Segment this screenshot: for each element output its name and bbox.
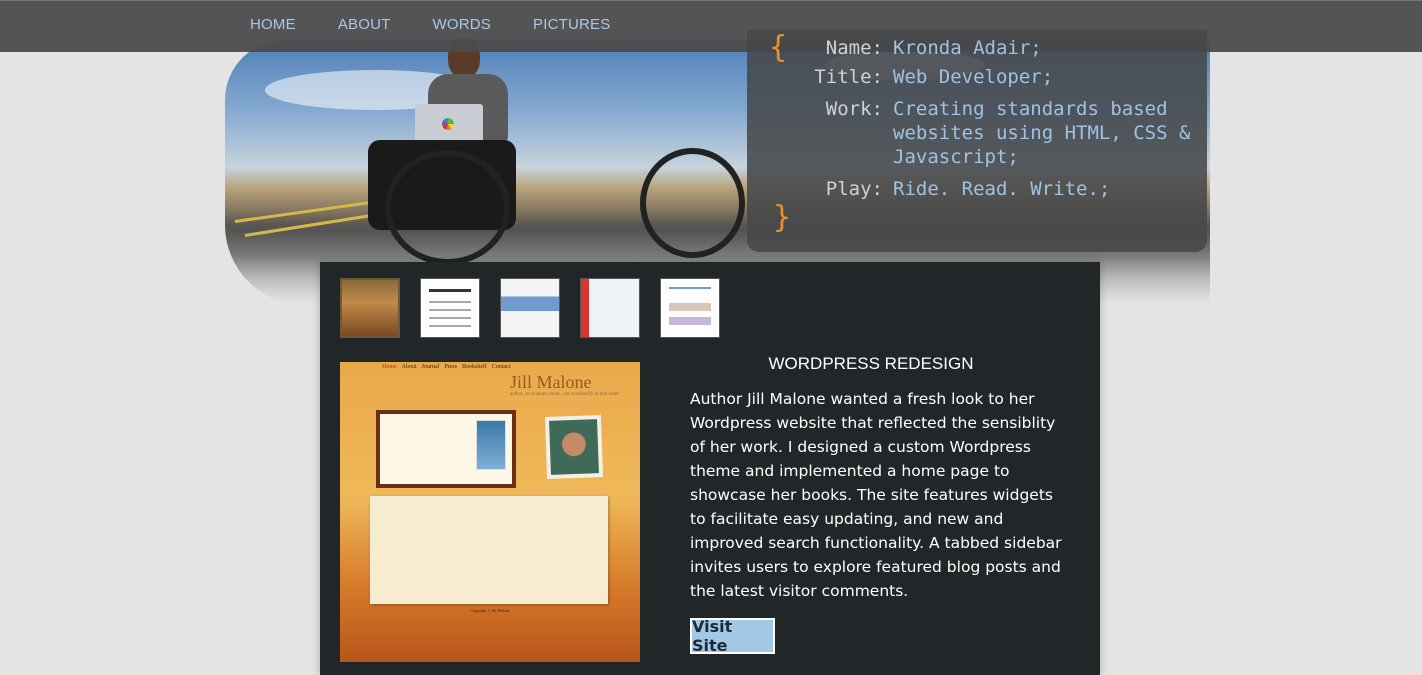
info-row-play: Play: Ride. Read. Write.; <box>747 177 1207 201</box>
thumb-line <box>669 303 711 311</box>
thumb-line <box>669 287 711 289</box>
screenshot-tagline: author, accountant, mom...not necessaril… <box>510 392 619 397</box>
info-key: Name: <box>825 37 883 59</box>
thumbnail-blog-site[interactable] <box>500 278 560 338</box>
thumb-line <box>429 301 471 303</box>
thumb-line <box>669 317 711 325</box>
apple-logo-icon <box>442 118 454 130</box>
thumbnail-colorful-site[interactable] <box>580 278 640 338</box>
screenshot-nav-item: Contact <box>491 364 511 370</box>
info-value: Ride. Read. Write.; <box>893 178 1111 200</box>
thumb-line <box>429 317 471 319</box>
nav-about-link[interactable]: ABOUT <box>338 16 391 33</box>
screenshot-nav: Home About Journal Press Bookshelf Conta… <box>382 364 510 370</box>
top-nav-bar: HOME ABOUT WORDS PICTURES <box>0 0 1422 52</box>
info-key: Work: <box>825 98 883 120</box>
info-row-name: Name: Kronda Adair; <box>747 36 1207 60</box>
project-title: WORDPRESS REDESIGN <box>768 354 974 373</box>
screenshot-author-photo <box>544 415 604 479</box>
visit-site-button[interactable]: Visit Site <box>690 617 775 655</box>
info-row-title: Title: Web Developer; <box>747 65 1207 89</box>
rear-wheel <box>385 150 510 265</box>
thumb-line <box>429 289 471 292</box>
info-key: Title: <box>814 66 883 88</box>
thumb-line <box>429 325 471 327</box>
info-key: Play: <box>825 178 883 200</box>
nav-pictures-link[interactable]: PICTURES <box>533 16 610 33</box>
screenshot-nav-item: Bookshelf <box>462 364 487 370</box>
close-brace: } <box>773 200 792 235</box>
screenshot-site-title: Jill Malone <box>510 372 592 392</box>
screenshot-nav-item: Home <box>382 364 397 370</box>
info-value: Creating standards based websites using … <box>893 98 1191 168</box>
nav-words-link[interactable]: WORDS <box>433 16 492 33</box>
thumb-line <box>429 309 471 311</box>
nav-home-link[interactable]: HOME <box>250 16 296 33</box>
thumbnail-wordpress-redesign[interactable] <box>340 278 400 338</box>
info-value: Web Developer; <box>893 66 1054 88</box>
screenshot-nav-item: About <box>401 364 417 370</box>
screenshot-content-panel <box>370 496 608 604</box>
project-description: Author Jill Malone wanted a fresh look t… <box>690 390 1062 600</box>
thumbnail-war-on-fink[interactable] <box>420 278 480 338</box>
project-screenshot: Home About Journal Press Bookshelf Conta… <box>340 362 640 662</box>
info-row-work: Work: Creating standards based websites … <box>747 97 1207 169</box>
screenshot-nav-item: Journal <box>421 364 440 370</box>
screenshot-book-cover <box>476 420 506 470</box>
main-nav: HOME ABOUT WORDS PICTURES <box>250 16 610 33</box>
profile-info-panel: { Name: Kronda Adair; Title: Web Develop… <box>747 30 1207 252</box>
portfolio-content: Home About Journal Press Bookshelf Conta… <box>320 262 1100 675</box>
thumbnail-shop-site[interactable] <box>660 278 720 338</box>
screenshot-nav-item: Press <box>444 364 458 370</box>
front-wheel <box>640 148 745 258</box>
info-value: Kronda Adair; <box>893 37 1042 59</box>
portfolio-thumbnails <box>340 278 720 338</box>
screenshot-footer: Copyright © Jill Malone <box>470 608 510 613</box>
